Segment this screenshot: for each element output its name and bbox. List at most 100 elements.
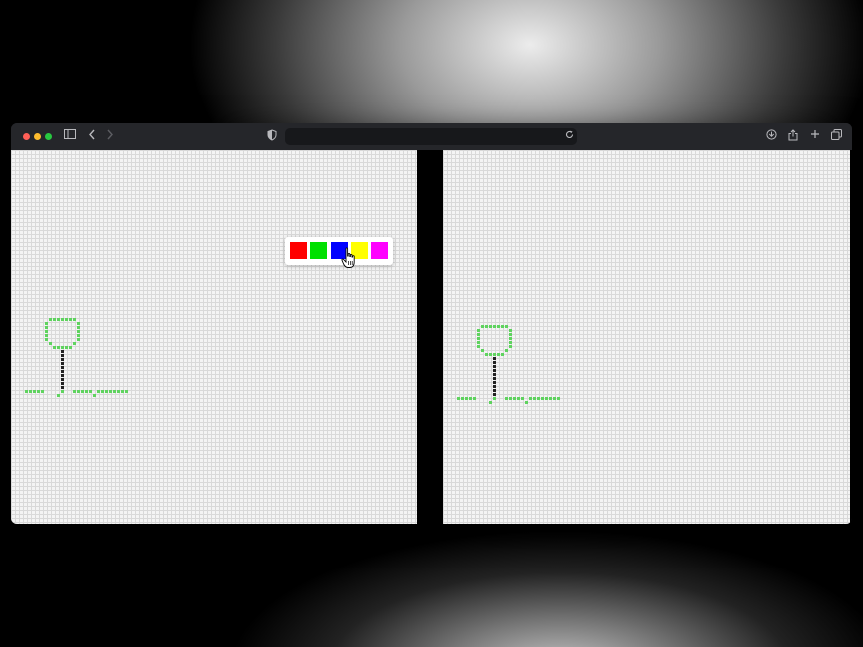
tree-canopy-pixel bbox=[501, 353, 504, 356]
ground-pixel bbox=[109, 390, 112, 393]
ground-pixel bbox=[533, 397, 536, 400]
download-icon[interactable] bbox=[765, 129, 777, 144]
swatch-red[interactable] bbox=[290, 242, 307, 259]
tree-trunk-pixel bbox=[493, 377, 496, 380]
tree-canopy-pixel bbox=[73, 318, 76, 321]
ground-pixel bbox=[89, 390, 92, 393]
close-window-button[interactable] bbox=[23, 133, 30, 140]
tree-trunk-pixel bbox=[61, 358, 64, 361]
ground-pixel bbox=[125, 390, 128, 393]
tree-canopy-pixel bbox=[497, 353, 500, 356]
new-tab-icon[interactable] bbox=[809, 129, 821, 144]
tree-canopy-pixel bbox=[65, 318, 68, 321]
swatch-magenta[interactable] bbox=[371, 242, 388, 259]
tree-canopy-pixel bbox=[477, 329, 480, 332]
tree-canopy-pixel bbox=[45, 338, 48, 341]
ground-pixel bbox=[73, 390, 76, 393]
tree-trunk-pixel bbox=[493, 373, 496, 376]
ground-pixel bbox=[465, 397, 468, 400]
ground-pixel bbox=[521, 397, 524, 400]
tree-canopy-pixel bbox=[489, 353, 492, 356]
tree-canopy-pixel bbox=[493, 353, 496, 356]
tree-canopy-pixel bbox=[77, 338, 80, 341]
tree-canopy-pixel bbox=[69, 318, 72, 321]
tree-canopy-pixel bbox=[497, 325, 500, 328]
ground-pixel bbox=[41, 390, 44, 393]
ground-pixel bbox=[509, 397, 512, 400]
back-icon[interactable] bbox=[87, 129, 97, 144]
tree-trunk-pixel bbox=[493, 357, 496, 360]
minimize-window-button[interactable] bbox=[34, 133, 41, 140]
ground-pixel bbox=[469, 397, 472, 400]
ground-pixel bbox=[493, 397, 496, 400]
pixel-tree-drawing-right bbox=[457, 325, 560, 404]
tree-canopy-pixel bbox=[509, 333, 512, 336]
ground-pixel bbox=[537, 397, 540, 400]
tree-trunk-pixel bbox=[61, 370, 64, 373]
browser-window bbox=[11, 123, 852, 524]
drawing-canvas-left[interactable] bbox=[11, 150, 417, 524]
ground-pixel bbox=[461, 397, 464, 400]
tree-canopy-pixel bbox=[481, 349, 484, 352]
sidebar-icon[interactable] bbox=[63, 129, 77, 144]
tree-canopy-pixel bbox=[501, 325, 504, 328]
ground-pixel bbox=[29, 390, 32, 393]
ground-pixel bbox=[113, 390, 116, 393]
tree-canopy-pixel bbox=[509, 329, 512, 332]
background-glow bbox=[0, 520, 863, 647]
ground-pixel bbox=[529, 397, 532, 400]
ground-pixel bbox=[121, 390, 124, 393]
tree-canopy-pixel bbox=[69, 346, 72, 349]
tree-canopy-pixel bbox=[61, 318, 64, 321]
address-bar[interactable] bbox=[285, 128, 577, 145]
tree-canopy-pixel bbox=[481, 325, 484, 328]
ground-pixel bbox=[505, 397, 508, 400]
tree-canopy-pixel bbox=[509, 341, 512, 344]
tree-canopy-pixel bbox=[485, 325, 488, 328]
tree-canopy-pixel bbox=[505, 349, 508, 352]
drawing-canvas-right[interactable] bbox=[443, 150, 850, 524]
tree-canopy-pixel bbox=[57, 346, 60, 349]
privacy-shield-icon[interactable] bbox=[266, 129, 278, 144]
forward-icon[interactable] bbox=[105, 129, 115, 144]
tree-trunk-pixel bbox=[493, 381, 496, 384]
ground-pixel bbox=[105, 390, 108, 393]
reload-icon[interactable] bbox=[564, 129, 574, 144]
ground-pixel bbox=[473, 397, 476, 400]
ground-pixel bbox=[517, 397, 520, 400]
tree-canopy-pixel bbox=[45, 326, 48, 329]
ground-pixel bbox=[57, 394, 60, 397]
ground-pixel bbox=[93, 394, 96, 397]
ground-pixel bbox=[525, 401, 528, 404]
browser-toolbar bbox=[11, 123, 852, 151]
swatch-green[interactable] bbox=[310, 242, 327, 259]
ground-pixel bbox=[97, 390, 100, 393]
tree-canopy-pixel bbox=[477, 341, 480, 344]
share-icon[interactable] bbox=[787, 129, 799, 144]
tree-canopy-pixel bbox=[57, 318, 60, 321]
tree-trunk-pixel bbox=[61, 374, 64, 377]
hand-cursor-icon bbox=[341, 247, 355, 268]
tree-canopy-pixel bbox=[77, 322, 80, 325]
tree-trunk-pixel bbox=[61, 386, 64, 389]
tab-overview-icon[interactable] bbox=[830, 129, 842, 144]
tree-trunk-pixel bbox=[493, 393, 496, 396]
ground-pixel bbox=[557, 397, 560, 400]
tree-canopy-pixel bbox=[53, 346, 56, 349]
tree-canopy-pixel bbox=[65, 346, 68, 349]
tree-canopy-pixel bbox=[477, 333, 480, 336]
ground-pixel bbox=[553, 397, 556, 400]
tree-canopy-pixel bbox=[477, 337, 480, 340]
ground-pixel bbox=[25, 390, 28, 393]
ground-pixel bbox=[61, 390, 64, 393]
tree-trunk-pixel bbox=[61, 382, 64, 385]
maximize-window-button[interactable] bbox=[45, 133, 52, 140]
ground-pixel bbox=[101, 390, 104, 393]
tree-canopy-pixel bbox=[489, 325, 492, 328]
tree-canopy-pixel bbox=[49, 342, 52, 345]
tree-canopy-pixel bbox=[77, 326, 80, 329]
ground-pixel bbox=[37, 390, 40, 393]
tree-trunk-pixel bbox=[61, 362, 64, 365]
tree-canopy-pixel bbox=[53, 318, 56, 321]
tree-trunk-pixel bbox=[61, 366, 64, 369]
